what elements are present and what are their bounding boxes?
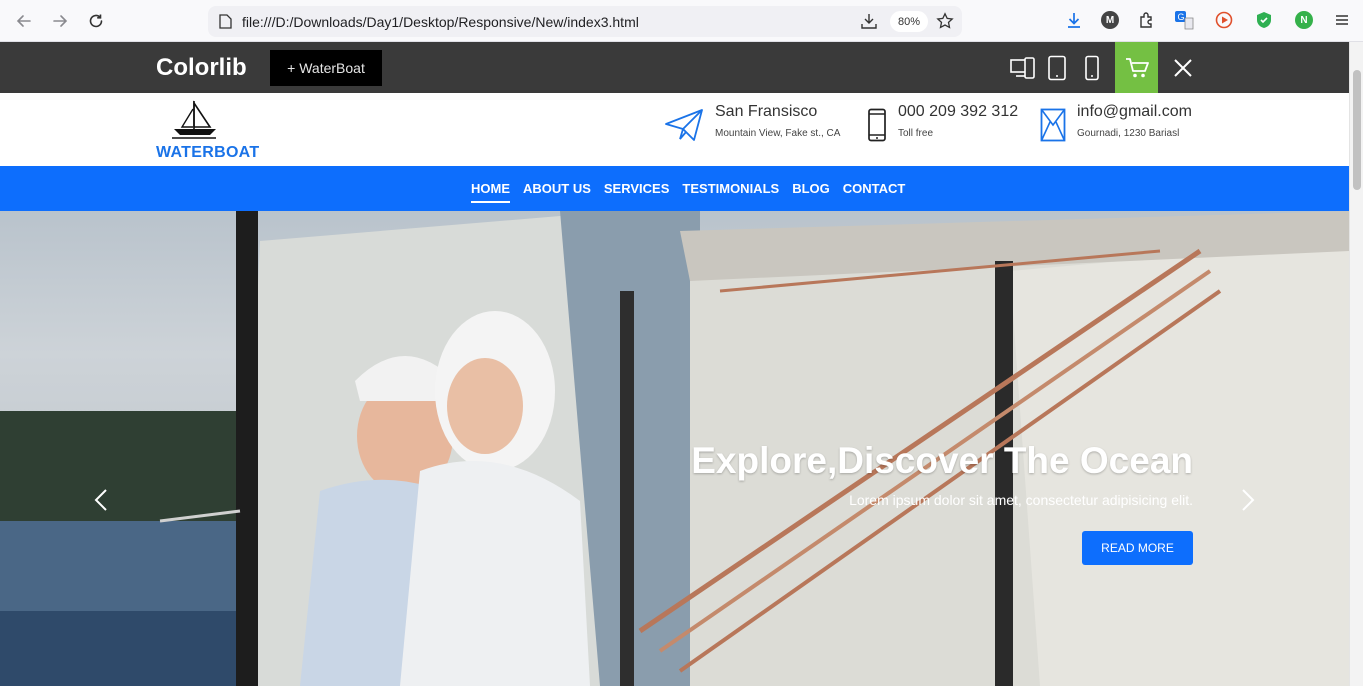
phone-view-icon[interactable] [1084,55,1100,81]
desktop-mobile-icon[interactable] [1010,55,1036,81]
nav-home[interactable]: HOME [471,166,510,211]
contact-title: 000 209 392 312 [898,103,1019,120]
nav-blog[interactable]: BLOG [792,166,830,211]
url-text: file:///D:/Downloads/Day1/Desktop/Respon… [242,14,639,30]
svg-text:G: G [1178,12,1185,22]
hero-subtitle: Lorem ipsum dolor sit amet, consectetur … [849,492,1193,508]
n-extension-icon[interactable]: N [1294,10,1314,30]
nav-services[interactable]: SERVICES [604,166,670,211]
cart-icon [1125,57,1149,77]
play-icon[interactable] [1214,10,1234,30]
main-navigation: HOME ABOUT US SERVICES TESTIMONIALS BLOG… [0,166,1349,211]
nav-about-us[interactable]: ABOUT US [523,166,591,211]
contact-sub: Toll free [898,128,934,139]
tablet-icon[interactable] [1047,55,1067,81]
page-icon [219,14,232,34]
shield-icon[interactable] [1254,10,1274,30]
brand-logo[interactable]: Colorlib [156,54,247,82]
nav-testimonials[interactable]: TESTIMONIALS [682,166,779,211]
slider-next-arrow[interactable] [1238,487,1258,513]
contact-title: San Fransisco [715,103,818,120]
read-more-button[interactable]: READ MORE [1082,531,1193,565]
demo-topbar: Colorlib + WaterBoat [0,42,1349,93]
nav-contact[interactable]: CONTACT [843,166,906,211]
contact-title: info@gmail.com [1077,103,1192,120]
waterboat-logo[interactable]: WATERBOAT [156,99,259,163]
m-extension-icon[interactable]: M [1100,10,1120,30]
menu-icon[interactable] [1332,10,1352,30]
hero-slider: Explore,Discover The Ocean Lorem ipsum d… [0,211,1349,686]
address-bar[interactable]: file:///D:/Downloads/Day1/Desktop/Respon… [208,6,962,37]
bookmark-star-icon[interactable] [936,12,954,35]
slider-prev-arrow[interactable] [91,487,111,513]
download-icon[interactable] [1064,10,1084,30]
download-page-icon[interactable] [860,12,878,35]
phone-icon [867,108,887,147]
reload-icon[interactable] [84,9,108,33]
sailboat-icon [172,100,216,139]
page-scrollbar[interactable] [1349,42,1363,686]
site-header: WATERBOAT San Fransisco Mountain View, F… [0,93,1349,166]
cart-button[interactable] [1115,42,1158,93]
contact-sub: Gournadi, 1230 Bariasl [1077,128,1180,139]
back-icon[interactable] [12,9,36,33]
hero-title: Explore,Discover The Ocean [691,440,1193,481]
contact-sub: Mountain View, Fake st., CA [715,128,841,139]
zoom-level[interactable]: 80% [890,11,928,32]
scrollbar-thumb[interactable] [1353,70,1361,190]
paper-plane-icon [664,108,704,147]
envelope-icon [1040,108,1066,147]
close-icon[interactable] [1170,55,1196,81]
theme-select-button[interactable]: + WaterBoat [270,50,382,86]
logo-text: WATERBOAT [156,144,260,161]
translate-icon[interactable]: G [1174,10,1194,30]
puzzle-icon[interactable] [1137,10,1157,30]
browser-toolbar: file:///D:/Downloads/Day1/Desktop/Respon… [0,0,1363,42]
forward-icon[interactable] [48,9,72,33]
